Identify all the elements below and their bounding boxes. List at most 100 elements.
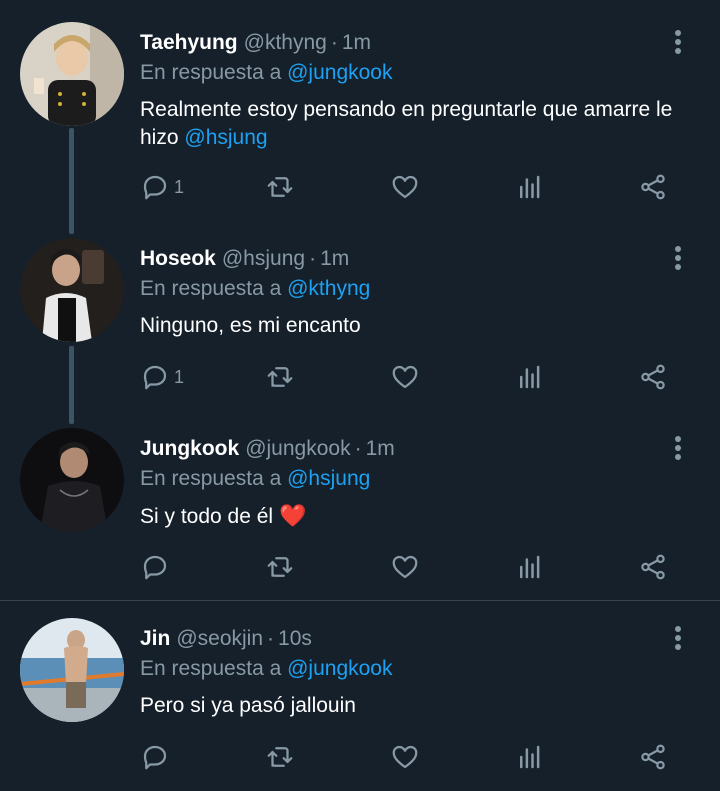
more-options-icon[interactable] [668,436,688,464]
reply-context: En respuesta a @jungkook [140,654,393,684]
user-handle[interactable]: @jungkook [245,437,350,460]
retweet-button[interactable] [265,360,295,394]
more-options-icon[interactable] [668,626,688,654]
reply-icon [143,365,167,390]
reply-button[interactable] [140,550,170,584]
display-name[interactable]: Jungkook [140,437,239,460]
retweet-icon [267,747,293,767]
reply-prefix: En respuesta a [140,277,282,300]
tweet-item[interactable]: Jungkook @jungkook · 1m En respuesta a @hsj… [0,428,720,598]
analytics-button[interactable] [515,550,545,584]
user-handle[interactable]: @seokjin [176,627,263,650]
red-heart-emoji: ❤️ [278,503,307,528]
reply-mention-link[interactable]: @hsjung [287,467,370,490]
retweet-icon [267,367,293,387]
retweet-icon [267,177,293,197]
tweet-item[interactable]: Hoseok @hsjung · 1m En respuesta a @kthyng … [0,238,720,408]
separator-dot: · [267,627,275,650]
avatar[interactable] [20,428,124,532]
reply-icon [143,555,167,580]
share-icon [641,364,665,390]
more-options-icon[interactable] [668,246,688,274]
tweet-item[interactable]: Taehyung @kthyng · 1m En respuesta a @jungk… [0,22,720,212]
action-bar [140,740,700,774]
like-button[interactable] [390,360,420,394]
reply-button[interactable]: 1 [140,170,184,204]
display-name[interactable]: Taehyung [140,31,238,54]
heart-icon [392,365,418,389]
reply-count: 1 [174,176,185,197]
timestamp[interactable]: 1m [320,247,349,270]
action-bar: 1 [140,170,700,204]
reply-count: 1 [174,366,185,387]
reply-mention-link[interactable]: @jungkook [287,657,392,680]
timestamp[interactable]: 10s [278,627,312,650]
reply-prefix: En respuesta a [140,61,282,84]
tweet-text: Ninguno, es mi encanto [140,312,700,340]
mention-link[interactable]: @hsjung [184,126,267,149]
avatar-photo [20,618,124,722]
analytics-button[interactable] [515,170,545,204]
user-handle[interactable]: @hsjung [222,247,305,270]
reply-button[interactable] [140,740,170,774]
reply-prefix: En respuesta a [140,657,282,680]
tweet-text: Si y todo de él ❤️ [140,502,700,531]
reply-icon [143,175,167,200]
share-button[interactable] [638,170,668,204]
avatar-photo [20,238,124,342]
action-bar: 1 [140,360,700,394]
heart-icon [392,745,418,769]
reply-mention-link[interactable]: @kthyng [287,277,370,300]
share-button[interactable] [638,360,668,394]
avatar[interactable] [20,22,124,126]
avatar-photo [20,428,124,532]
heart-icon [392,555,418,579]
action-bar [140,550,700,584]
reply-mention-link[interactable]: @jungkook [287,61,392,84]
share-icon [641,174,665,200]
like-button[interactable] [390,740,420,774]
heart-icon [392,175,418,199]
reply-context: En respuesta a @kthyng [140,274,370,304]
share-icon [641,554,665,580]
divider [0,600,720,601]
display-name[interactable]: Hoseok [140,247,216,270]
separator-dot: · [309,247,317,270]
timestamp[interactable]: 1m [366,437,395,460]
reply-button[interactable]: 1 [140,360,184,394]
retweet-button[interactable] [265,550,295,584]
reply-context: En respuesta a @hsjung [140,464,370,494]
reply-prefix: En respuesta a [140,467,282,490]
analytics-icon [520,365,540,389]
retweet-icon [267,557,293,577]
tweet-text-main: Si y todo de él [140,505,274,528]
separator-dot: · [330,31,338,54]
reply-context: En respuesta a @jungkook [140,58,393,88]
tweet-text: Realmente estoy pensando en preguntarle … [140,96,700,152]
tweet-item[interactable]: Jin @seokjin · 10s En respuesta a @jungkook… [0,618,720,788]
share-icon [641,744,665,770]
analytics-icon [520,555,540,579]
avatar[interactable] [20,238,124,342]
tweet-text-main: Ninguno, es mi encanto [140,314,361,337]
retweet-button[interactable] [265,740,295,774]
like-button[interactable] [390,170,420,204]
reply-icon [143,745,167,770]
avatar[interactable] [20,618,124,722]
like-button[interactable] [390,550,420,584]
share-button[interactable] [638,740,668,774]
retweet-button[interactable] [265,170,295,204]
user-handle[interactable]: @kthyng [244,31,327,54]
analytics-icon [520,745,540,769]
tweet-text: Pero si ya pasó jallouin [140,692,700,720]
analytics-icon [520,175,540,199]
analytics-button[interactable] [515,360,545,394]
more-options-icon[interactable] [668,30,688,58]
separator-dot: · [354,437,362,460]
timestamp[interactable]: 1m [342,31,371,54]
share-button[interactable] [638,550,668,584]
analytics-button[interactable] [515,740,545,774]
avatar-photo [20,22,124,126]
display-name[interactable]: Jin [140,627,170,650]
tweet-text-main: Pero si ya pasó jallouin [140,694,356,717]
